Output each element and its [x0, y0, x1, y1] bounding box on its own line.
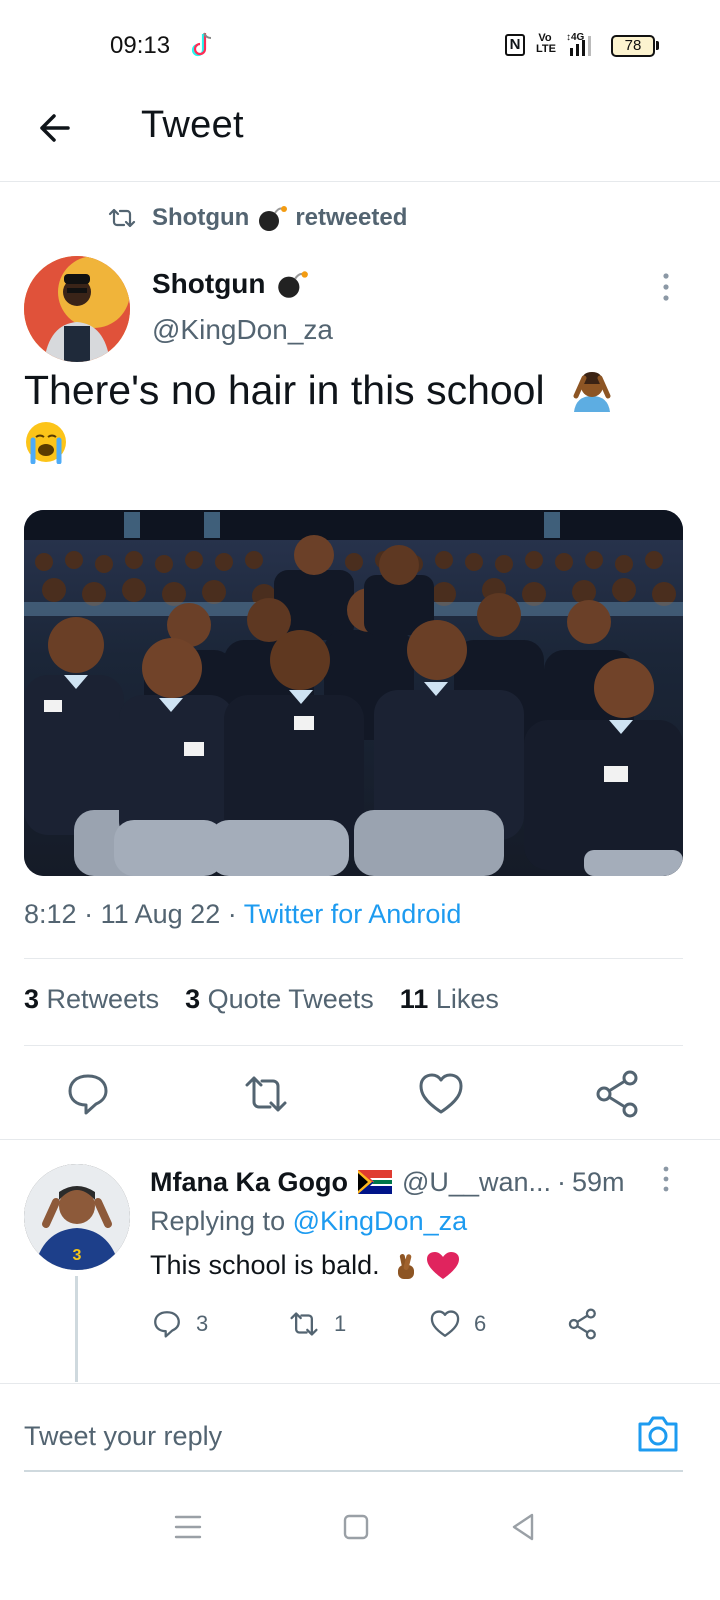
replying-to: Replying to @KingDon_za	[150, 1206, 467, 1237]
tweet-source-link[interactable]: Twitter for Android	[244, 899, 462, 929]
tweet-body: There's no hair in this school	[24, 367, 545, 413]
avatar[interactable]	[24, 256, 130, 362]
crossed-fingers-emoji	[397, 1253, 414, 1279]
reply-like-button[interactable]: 6	[428, 1306, 486, 1342]
reply-time: 59m	[572, 1166, 625, 1197]
author-handle[interactable]: @KingDon_za	[152, 314, 333, 346]
header-bar: Tweet	[0, 90, 720, 182]
likes-label: Likes	[435, 984, 499, 1014]
reply-text: This school is bald.	[150, 1250, 460, 1281]
retweet-icon[interactable]	[240, 1068, 292, 1120]
volte-icon: Vo LTE	[536, 32, 556, 55]
home-square-icon[interactable]	[336, 1509, 376, 1545]
reply-input[interactable]	[24, 1416, 614, 1456]
battery-level: 78	[624, 37, 642, 54]
tweet-actions	[0, 1068, 720, 1120]
retweet-icon	[108, 208, 136, 228]
tweet-stats: 3 Retweets 3 Quote Tweets 11 Likes	[24, 984, 499, 1015]
red-heart-emoji	[426, 1251, 459, 1279]
retweet-banner[interactable]: Shotgun retweeted	[108, 200, 407, 236]
battery-icon: 78	[611, 35, 655, 57]
reply-icon[interactable]	[62, 1068, 114, 1120]
svg-text:↕4G: ↕4G	[566, 32, 585, 43]
meta-separator: ·	[84, 899, 94, 929]
bomb-emoji	[259, 206, 288, 231]
reply-reply-button[interactable]: 3	[150, 1306, 208, 1342]
tweet-text: There's no hair in this school	[24, 364, 684, 468]
thread-line	[75, 1276, 78, 1382]
quotes-label: Quote Tweets	[207, 984, 374, 1014]
author-name: Shotgun	[152, 268, 266, 299]
reply-dot: ·	[557, 1166, 566, 1197]
reply-header[interactable]: Mfana Ka Gogo @U__wan... · 59m	[150, 1164, 690, 1200]
divider	[24, 958, 683, 959]
quotes-stat[interactable]: 3 Quote Tweets	[185, 984, 374, 1015]
crying-face-emoji	[26, 422, 66, 464]
tweet-time: 8:12	[24, 899, 77, 929]
reply-icon	[154, 1311, 180, 1338]
quotes-count: 3	[185, 984, 201, 1014]
share-icon	[568, 1308, 596, 1340]
person-facepalm-emoji	[573, 372, 611, 412]
camera-icon[interactable]	[636, 1412, 680, 1454]
page-title: Tweet	[141, 104, 244, 146]
reply-retweet-count: 1	[334, 1311, 347, 1336]
tweet-date: 11 Aug 22	[100, 899, 221, 929]
share-icon[interactable]	[592, 1068, 644, 1120]
reply-actions: 3 1 6	[150, 1306, 620, 1342]
divider	[0, 1383, 720, 1384]
back-triangle-icon[interactable]	[504, 1509, 544, 1545]
tiktok-icon	[191, 32, 212, 57]
menu-icon[interactable]	[168, 1509, 208, 1545]
status-time: 09:13	[110, 32, 171, 59]
reply-body: This school is bald.	[150, 1250, 380, 1280]
signal-icon: ↕4G	[566, 32, 591, 56]
battery-cap	[656, 41, 659, 50]
reply-retweet-button[interactable]: 1	[286, 1306, 346, 1342]
retweets-count: 3	[24, 984, 40, 1014]
reply-like-count: 6	[474, 1311, 487, 1336]
status-bar: 09:13 N Vo LTE ↕4G 78	[0, 0, 720, 90]
retweets-label: Retweets	[46, 984, 160, 1014]
bomb-emoji	[277, 271, 308, 298]
divider	[0, 1139, 720, 1140]
like-icon	[430, 1310, 460, 1337]
tweet-photo[interactable]	[24, 510, 683, 876]
reply-author-handle: @U__wan...	[402, 1166, 551, 1197]
reply-reply-count: 3	[196, 1311, 209, 1336]
likes-stat[interactable]: 11 Likes	[400, 984, 499, 1015]
author-name-row[interactable]: Shotgun	[152, 268, 310, 300]
replying-to-prefix: Replying to	[150, 1206, 286, 1236]
reply-share-button[interactable]	[566, 1306, 612, 1342]
reply-author-name: Mfana Ka Gogo	[150, 1166, 349, 1197]
more-icon[interactable]	[656, 1164, 676, 1194]
retweet-icon	[290, 1312, 318, 1336]
more-icon[interactable]	[656, 270, 676, 304]
divider	[24, 1045, 683, 1046]
arrow-left-icon[interactable]	[30, 108, 80, 148]
reply-input-underline	[24, 1470, 683, 1472]
south-africa-flag-icon	[358, 1170, 393, 1194]
nfc-icon: N	[505, 34, 525, 56]
tweet-meta: 8:12 · 11 Aug 22 · Twitter for Android	[24, 899, 461, 930]
replying-to-mention[interactable]: @KingDon_za	[293, 1206, 468, 1236]
like-icon[interactable]	[415, 1068, 467, 1120]
svg-text:3: 3	[73, 1247, 82, 1264]
likes-count: 11	[399, 984, 429, 1014]
reply-avatar[interactable]: 3	[24, 1164, 130, 1270]
retweets-stat[interactable]: 3 Retweets	[24, 984, 159, 1015]
android-nav-bar	[0, 1495, 720, 1600]
retweeted-label: retweeted	[295, 204, 408, 231]
meta-separator: ·	[227, 899, 237, 929]
retweeter-name: Shotgun	[152, 204, 250, 231]
